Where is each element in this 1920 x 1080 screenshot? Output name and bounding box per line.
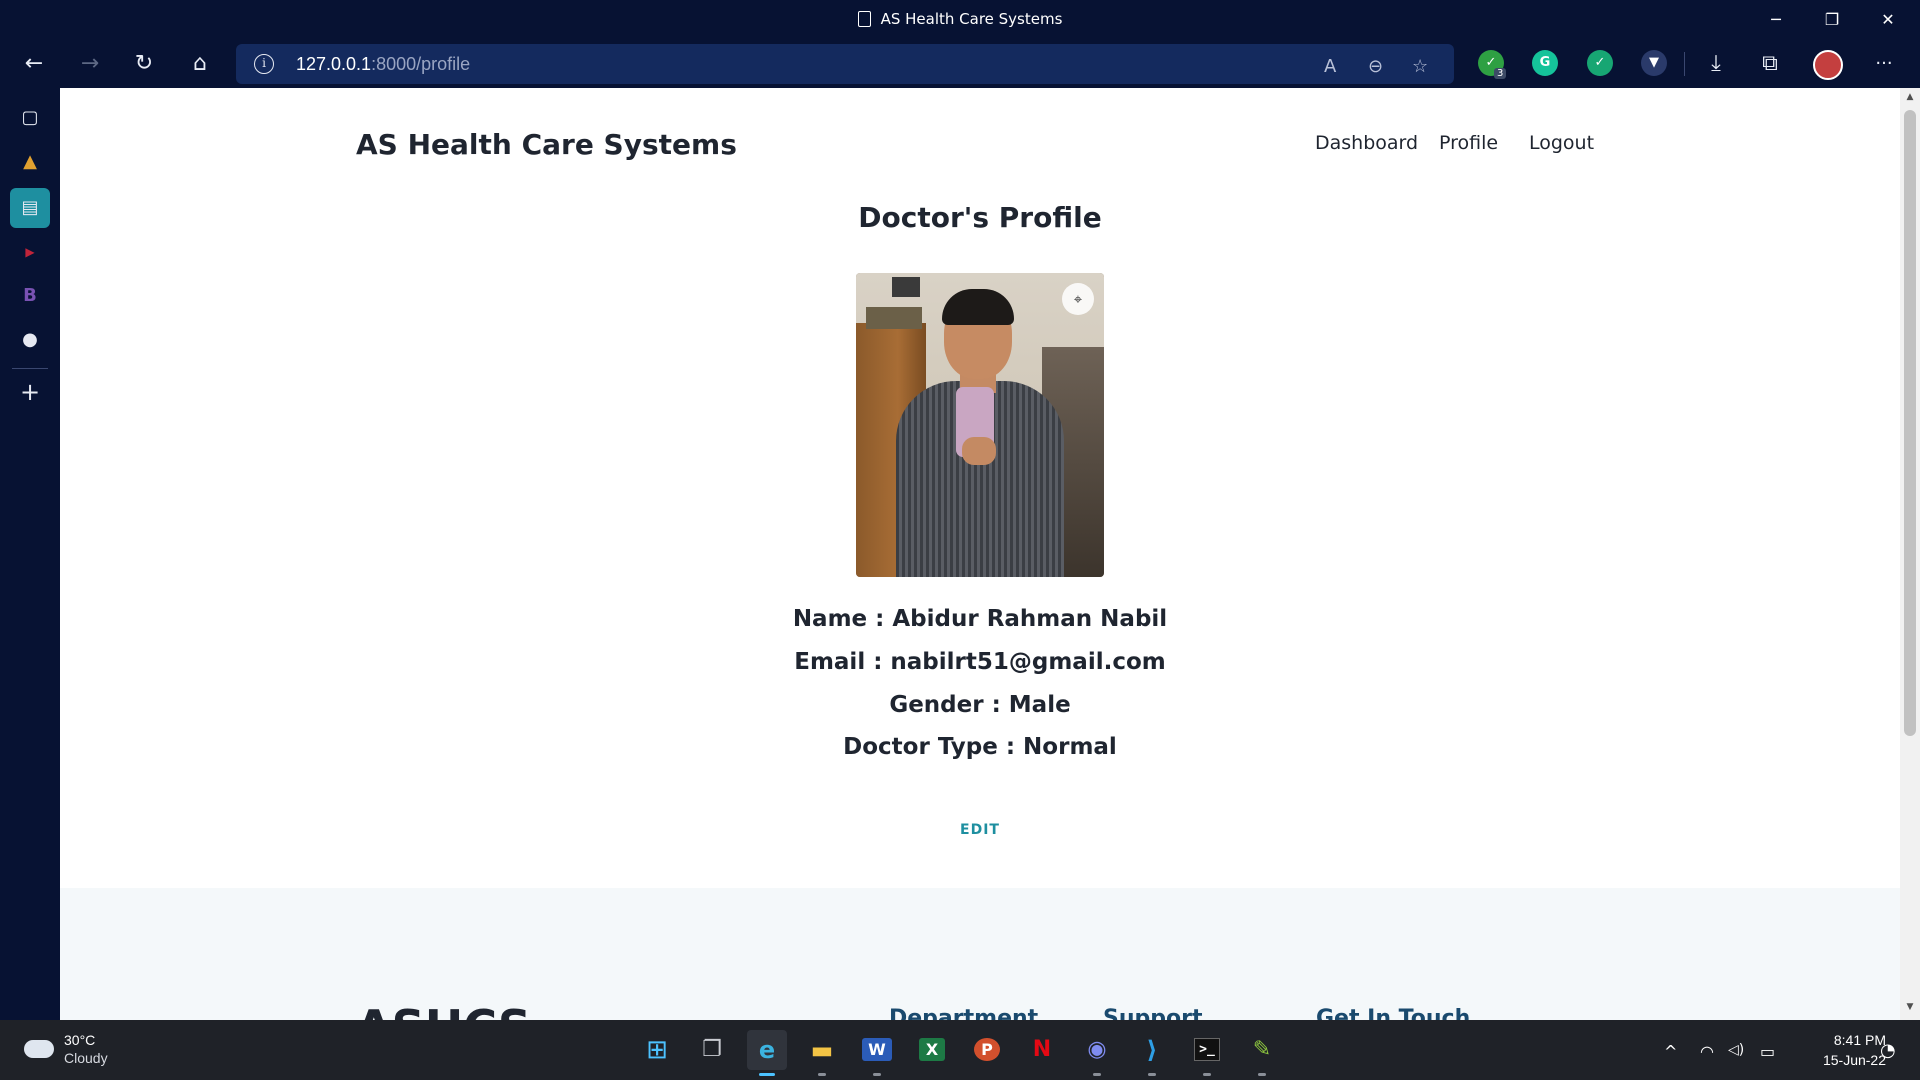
doctor-gender: Gender : Male — [889, 692, 1071, 718]
wifi-icon[interactable]: ◠ — [1700, 1042, 1714, 1061]
grammarly-icon[interactable]: G — [1532, 50, 1558, 76]
file-explorer-icon[interactable]: ▬ — [802, 1030, 842, 1076]
task-view-icon[interactable]: ❐ — [692, 1030, 732, 1070]
reload-button[interactable]: ↻ — [124, 44, 164, 84]
excel-icon[interactable]: X — [912, 1030, 952, 1070]
toolbar-divider — [1684, 52, 1685, 76]
minimize-button[interactable]: ─ — [1748, 0, 1804, 40]
start-icon[interactable]: ⊞ — [637, 1030, 677, 1070]
share-icon[interactable]: ⧉ — [1750, 44, 1790, 84]
site-footer: ASHCS Department Support Get In Touch — [60, 888, 1900, 1020]
doctor-type: Doctor Type : Normal — [843, 734, 1117, 760]
footer-heading-department: Department — [889, 1006, 1039, 1020]
github-icon[interactable]: ● — [10, 320, 50, 360]
nav-profile-link[interactable]: Profile — [1439, 132, 1498, 154]
window-title: AS Health Care Systems — [0, 10, 1920, 28]
back-button[interactable]: ← — [14, 44, 54, 84]
footer-logo: ASHCS — [356, 1000, 531, 1020]
taskbar: 30°C Cloudy ⊞ ❐ e ▬ W X P N ◉ ⟩ >_ ✎ ^ ◠… — [0, 1020, 1920, 1080]
app-icon[interactable]: ▲ — [10, 142, 50, 182]
site-brand[interactable]: AS Health Care Systems — [356, 128, 737, 161]
browser-toolbar: ← → ↻ ⌂ i 127.0.0.1:8000/profile A ⊖ ☆ ✓… — [0, 40, 1920, 88]
system-clock[interactable]: 8:41 PM 15-Jun-22 — [1796, 1030, 1886, 1070]
document-icon[interactable]: ▤ — [10, 188, 50, 228]
more-menu-icon[interactable]: ··· — [1864, 44, 1904, 84]
bootstrap-icon[interactable]: B — [10, 276, 50, 316]
window-titlebar: AS Health Care Systems ─ ❐ ✕ — [0, 0, 1920, 40]
favorite-star-icon[interactable]: ☆ — [1412, 56, 1428, 77]
forward-button[interactable]: → — [70, 44, 110, 84]
read-aloud-icon[interactable]: A — [1324, 56, 1336, 77]
weather-temp: 30°C — [64, 1032, 96, 1048]
vscode-icon[interactable]: ⟩ — [1132, 1030, 1172, 1076]
download-icon[interactable]: ⤓ — [1696, 44, 1736, 84]
profile-photo: ⌖ — [856, 273, 1104, 577]
visual-search-icon[interactable]: ⌖ — [1062, 283, 1094, 315]
terminal-icon[interactable]: >_ — [1187, 1030, 1227, 1076]
battery-icon[interactable]: ▭ — [1760, 1042, 1775, 1061]
footer-heading-support: Support — [1103, 1006, 1203, 1020]
scroll-thumb[interactable] — [1904, 110, 1916, 736]
scroll-up-arrow[interactable]: ▲ — [1900, 92, 1920, 102]
address-bar[interactable]: i 127.0.0.1:8000/profile A ⊖ ☆ — [236, 44, 1454, 84]
guard-icon[interactable]: ✓ — [1587, 50, 1613, 76]
add-icon[interactable]: + — [10, 372, 50, 412]
close-button[interactable]: ✕ — [1860, 0, 1916, 40]
clock-date: 15-Jun-22 — [1822, 1052, 1886, 1068]
nav-logout-link[interactable]: Logout — [1529, 132, 1594, 154]
restore-button[interactable]: ❐ — [1804, 0, 1860, 40]
scroll-down-arrow[interactable]: ▼ — [1900, 1002, 1920, 1012]
powerpoint-icon[interactable]: P — [967, 1030, 1007, 1070]
tray-chevron-icon[interactable]: ^ — [1664, 1042, 1677, 1061]
document-icon — [857, 11, 871, 27]
site-info-icon[interactable]: i — [254, 54, 274, 74]
nav-dashboard-link[interactable]: Dashboard — [1315, 132, 1418, 154]
tabs-icon[interactable]: ▢ — [10, 98, 50, 138]
volume-icon[interactable]: ◁) — [1728, 1042, 1744, 1058]
discord-icon[interactable]: ◉ — [1077, 1030, 1117, 1076]
cloud-icon — [24, 1040, 54, 1058]
page-viewport: AS Health Care Systems Dashboard Profile… — [60, 88, 1900, 1020]
clock-time: 8:41 PM — [1833, 1032, 1886, 1048]
doctor-email: Email : nabilrt51@gmail.com — [794, 649, 1166, 675]
notification-icon[interactable]: ◔ — [1880, 1040, 1896, 1061]
weather-desc: Cloudy — [64, 1050, 108, 1066]
edge-icon[interactable]: e — [747, 1030, 787, 1076]
doctor-name: Name : Abidur Rahman Nabil — [792, 606, 1168, 632]
home-button[interactable]: ⌂ — [180, 44, 220, 84]
sidebar-divider — [12, 368, 48, 369]
page-title: Doctor's Profile — [858, 201, 1102, 234]
edit-button[interactable]: EDIT — [60, 822, 1900, 838]
profile-avatar[interactable] — [1813, 50, 1843, 80]
word-icon[interactable]: W — [857, 1030, 897, 1076]
footer-heading-contact: Get In Touch — [1316, 1006, 1471, 1020]
extension-badge: 3 — [1494, 68, 1507, 79]
netflix-icon[interactable]: N — [1022, 1030, 1062, 1070]
browser-sidebar: ▢ ▲ ▤ ▶ B ● + — [0, 88, 60, 1020]
page-scrollbar[interactable]: ▲ ▼ — [1900, 88, 1920, 1020]
url-text[interactable]: 127.0.0.1:8000/profile — [296, 54, 470, 75]
notepad-icon[interactable]: ✎ — [1242, 1030, 1282, 1076]
zoom-icon[interactable]: ⊖ — [1368, 56, 1383, 77]
brave-shield-icon[interactable]: ▼ — [1641, 50, 1667, 76]
youtube-icon[interactable]: ▶ — [10, 232, 50, 272]
